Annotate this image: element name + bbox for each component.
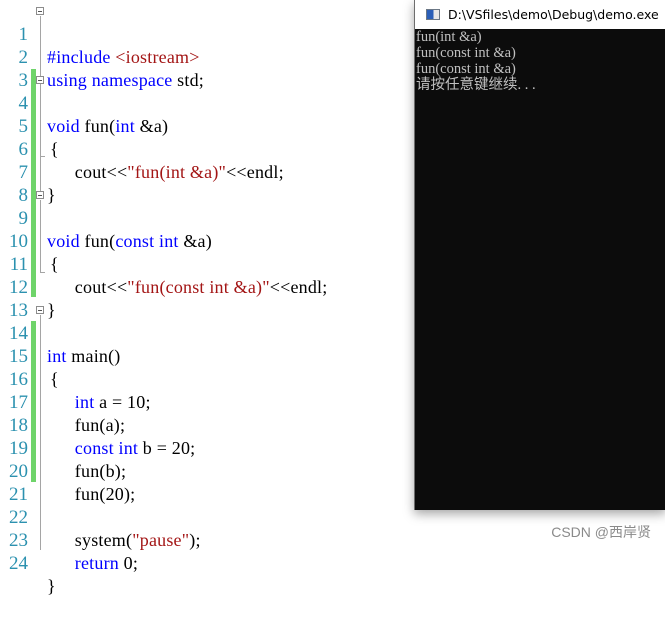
- console-titlebar[interactable]: D:\VSfiles\demo\Debug\demo.exe: [415, 0, 665, 29]
- code-line[interactable]: 19 fun(b);: [0, 414, 415, 481]
- code-line[interactable]: 23 return 0;: [0, 506, 415, 573]
- code-line[interactable]: 6 cout<<"fun(int &a)"<<endl;: [0, 115, 415, 182]
- code-line[interactable]: 4 void fun(int &a): [0, 69, 415, 136]
- console-window[interactable]: D:\VSfiles\demo\Debug\demo.exe fun(int &…: [414, 0, 665, 510]
- code-line[interactable]: 14 int main(): [0, 299, 415, 366]
- output-line: 请按任意键继续. . .: [416, 77, 536, 93]
- code-line[interactable]: 1 #include <iostream>: [0, 0, 415, 67]
- code-line[interactable]: 15 {: [0, 322, 415, 389]
- line-number: 24: [9, 553, 28, 574]
- code-line[interactable]: 2 using namespace std;: [0, 23, 415, 90]
- code-line[interactable]: 3: [0, 46, 415, 91]
- keyword: return: [56, 553, 119, 573]
- code-line[interactable]: 16 int a = 10;: [0, 345, 415, 412]
- code-line[interactable]: 12 }: [0, 253, 415, 320]
- code-line[interactable]: 17 fun(a);: [0, 368, 415, 435]
- code-text: }: [47, 576, 56, 596]
- code-editor[interactable]: 1 #include <iostream> 2 using namespace …: [0, 0, 415, 596]
- code-line[interactable]: 20 fun(20);: [0, 437, 415, 504]
- code-line[interactable]: 7 }: [0, 138, 415, 205]
- output-line: fun(int &a): [416, 29, 482, 45]
- code-text: 0;: [118, 553, 139, 573]
- code-line[interactable]: 8: [0, 161, 415, 206]
- watermark: CSDN @西岸贤: [551, 524, 651, 540]
- code-line[interactable]: 5 {: [0, 92, 415, 159]
- console-title: D:\VSfiles\demo\Debug\demo.exe: [448, 7, 659, 22]
- output-line: fun(const int &a): [416, 45, 516, 61]
- code-line[interactable]: 18 const int b = 20;: [0, 391, 415, 458]
- code-line[interactable]: 10 {: [0, 207, 415, 274]
- code-line[interactable]: 24 }: [0, 529, 415, 596]
- console-app-icon: [426, 9, 440, 20]
- output-line: fun(const int &a): [416, 61, 516, 77]
- code-line[interactable]: 13: [0, 276, 415, 321]
- code-line[interactable]: 22 system("pause");: [0, 483, 415, 550]
- code-line[interactable]: 11 cout<<"fun(const int &a)"<<endl;: [0, 230, 415, 297]
- code-line[interactable]: 21: [0, 460, 415, 505]
- code-line[interactable]: 9 void fun(const int &a): [0, 184, 415, 251]
- console-output: fun(int &a) fun(const int &a) fun(const …: [416, 29, 664, 93]
